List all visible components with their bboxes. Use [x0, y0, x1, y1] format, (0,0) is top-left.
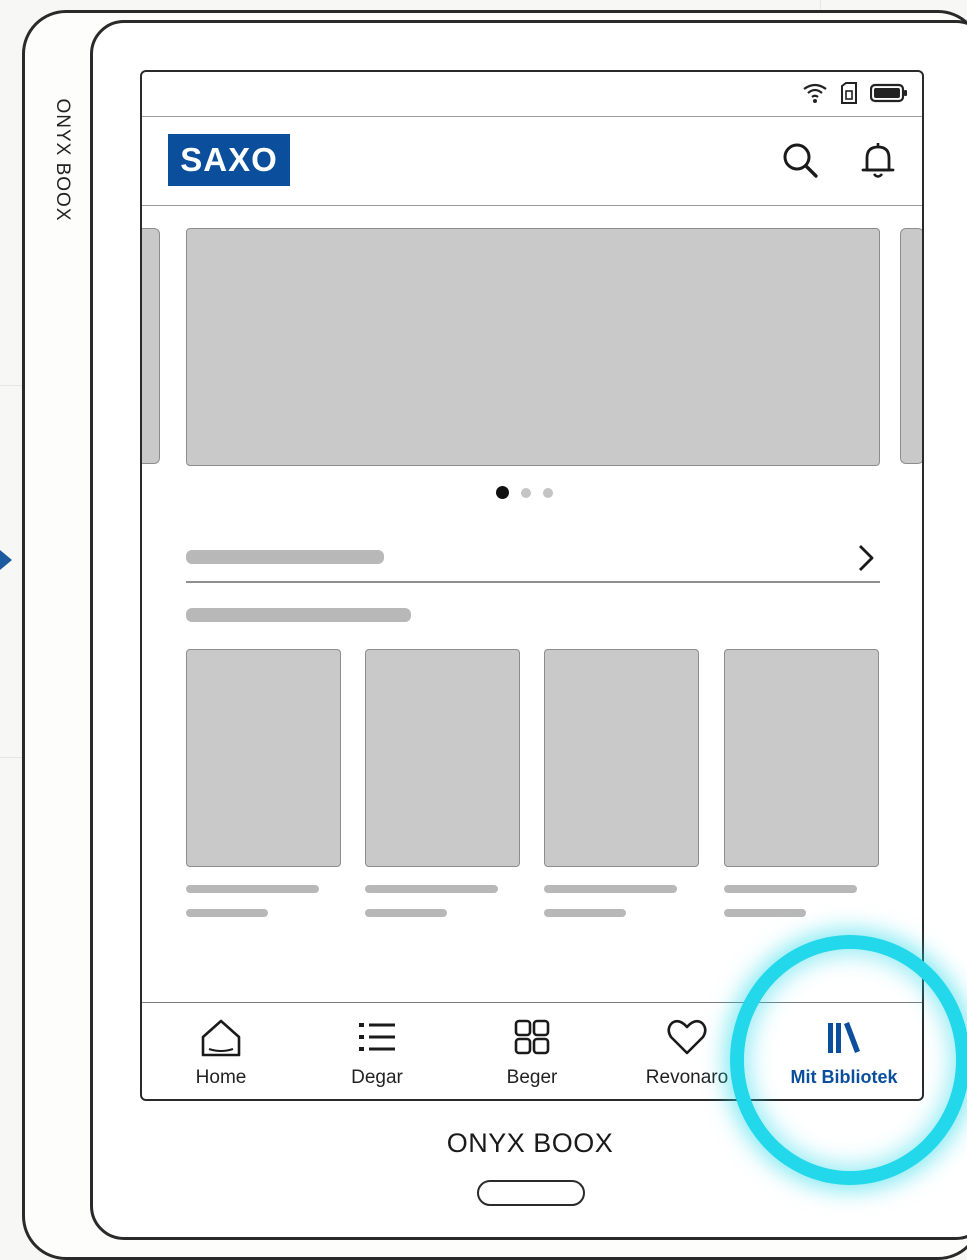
book-cover[interactable] — [186, 649, 341, 867]
section-title-placeholder — [186, 550, 384, 564]
saxo-logo[interactable]: SAXO — [168, 134, 290, 186]
carousel-next-slide[interactable] — [900, 228, 922, 464]
nav-label: Beger — [506, 1067, 558, 1088]
heart-icon — [667, 1019, 707, 1055]
nav-item-home[interactable]: Home — [146, 1003, 296, 1099]
nav-label-active: Mit Bibliotek — [790, 1067, 898, 1087]
section-divider — [186, 581, 880, 583]
pointer-arrow — [0, 550, 12, 570]
wifi-icon — [803, 83, 827, 103]
book-author-placeholder — [365, 909, 447, 917]
nav-label: Revonaro — [645, 1067, 729, 1088]
book-title-placeholder — [186, 885, 319, 893]
app-header: SAXO — [142, 116, 922, 206]
book-author-placeholder — [544, 909, 626, 917]
book-cover[interactable] — [544, 649, 699, 867]
nav-item-mit-bibliotek[interactable]: Mit Bibliotek — [769, 1003, 919, 1099]
home-icon — [201, 1019, 241, 1057]
battery-icon — [870, 83, 907, 103]
list-icon — [359, 1023, 395, 1051]
carousel-dot[interactable] — [521, 487, 531, 498]
device-spine-label: ONYX BOOX — [52, 98, 73, 222]
carousel-banner[interactable] — [186, 228, 880, 466]
device-home-button[interactable] — [477, 1180, 585, 1206]
book-title-placeholder — [365, 885, 498, 893]
status-bar — [142, 72, 922, 117]
bell-icon[interactable] — [858, 140, 898, 180]
nav-label: Home — [195, 1067, 247, 1088]
sim-icon — [841, 82, 857, 104]
nav-label: Degar — [351, 1067, 403, 1088]
carousel-dot-active[interactable] — [496, 486, 509, 499]
nav-item-degar[interactable]: Degar — [302, 1003, 452, 1099]
book-cover[interactable] — [724, 649, 879, 867]
grid-icon — [514, 1019, 550, 1055]
bottom-navigation: Home Degar Beger Revonaro Mit Bibliotek — [142, 1002, 922, 1099]
book-cover[interactable] — [365, 649, 520, 867]
chevron-right-icon[interactable] — [854, 542, 878, 574]
carousel-prev-slide[interactable] — [142, 228, 160, 464]
nav-item-revonaro[interactable]: Revonaro — [612, 1003, 762, 1099]
nav-item-beger[interactable]: Beger — [457, 1003, 607, 1099]
book-title-placeholder — [724, 885, 857, 893]
device-screen: SAXO Home Degar Beger Revonaro Mit Bibli… — [140, 70, 924, 1101]
carousel-pagination — [496, 486, 553, 499]
book-author-placeholder — [186, 909, 268, 917]
book-title-placeholder — [544, 885, 677, 893]
section-subtitle-placeholder — [186, 608, 411, 622]
device-brand-label: ONYX BOOX — [446, 1128, 614, 1158]
carousel-dot[interactable] — [543, 487, 553, 498]
book-author-placeholder — [724, 909, 806, 917]
library-icon — [828, 1022, 860, 1053]
search-icon[interactable] — [780, 140, 820, 180]
